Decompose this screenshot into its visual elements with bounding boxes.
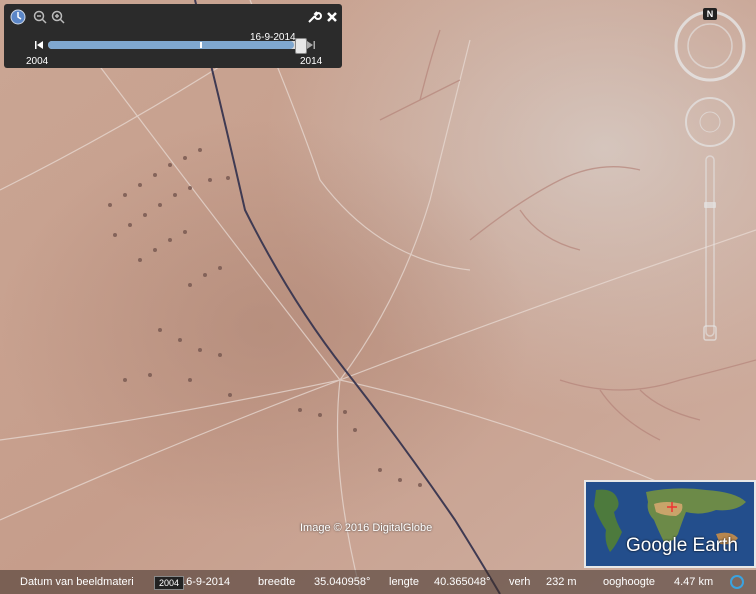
latitude-label: breedte: [258, 576, 296, 588]
close-icon[interactable]: [324, 9, 340, 25]
time-slider-fill: [48, 41, 294, 49]
overview-map[interactable]: Google Earth: [584, 480, 756, 568]
clock-icon[interactable]: [10, 9, 26, 25]
time-slider-tick: [200, 42, 202, 48]
wrench-icon[interactable]: [306, 9, 322, 25]
historical-imagery-timebar: 16-9-2014 2004 2014: [4, 4, 342, 68]
google-earth-logo: Google Earth: [626, 535, 738, 556]
latitude-value: 35.040958°: [314, 576, 371, 588]
skip-forward-icon[interactable]: [306, 40, 316, 50]
imagery-date-label: Datum van beeldmateri: [20, 576, 134, 588]
elevation-value: 232 m: [546, 576, 577, 588]
streaming-globe-icon: [730, 575, 744, 589]
skip-back-icon[interactable]: [34, 40, 44, 50]
zoom-in-icon[interactable]: [50, 9, 66, 25]
year-tooltip: 2004: [154, 576, 184, 590]
longitude-value: 40.365048°: [434, 576, 491, 588]
imagery-credit: Image © 2016 DigitalGlobe: [300, 522, 433, 534]
longitude-label: lengte: [389, 576, 419, 588]
zoom-out-icon[interactable]: [32, 9, 48, 25]
eye-altitude-value: 4.47 km: [674, 576, 714, 588]
status-bar: Datum van beeldmateri 16-9-2014 breedte …: [0, 570, 756, 594]
timebar-start-year: 2004: [26, 56, 49, 67]
eye-altitude-label: ooghoogte: [603, 576, 655, 588]
north-indicator[interactable]: N: [703, 8, 717, 20]
north-label: N: [707, 9, 714, 19]
navigation-controls: N: [674, 8, 746, 341]
zoom-slider-icon[interactable]: [703, 155, 717, 341]
time-slider[interactable]: [48, 38, 307, 54]
look-joystick-icon[interactable]: [685, 97, 735, 147]
timebar-end-year: 2014: [300, 56, 323, 67]
imagery-date-value: 16-9-2014: [180, 576, 231, 588]
elevation-label: verh: [509, 576, 531, 588]
compass-ring-icon[interactable]: [674, 10, 746, 82]
